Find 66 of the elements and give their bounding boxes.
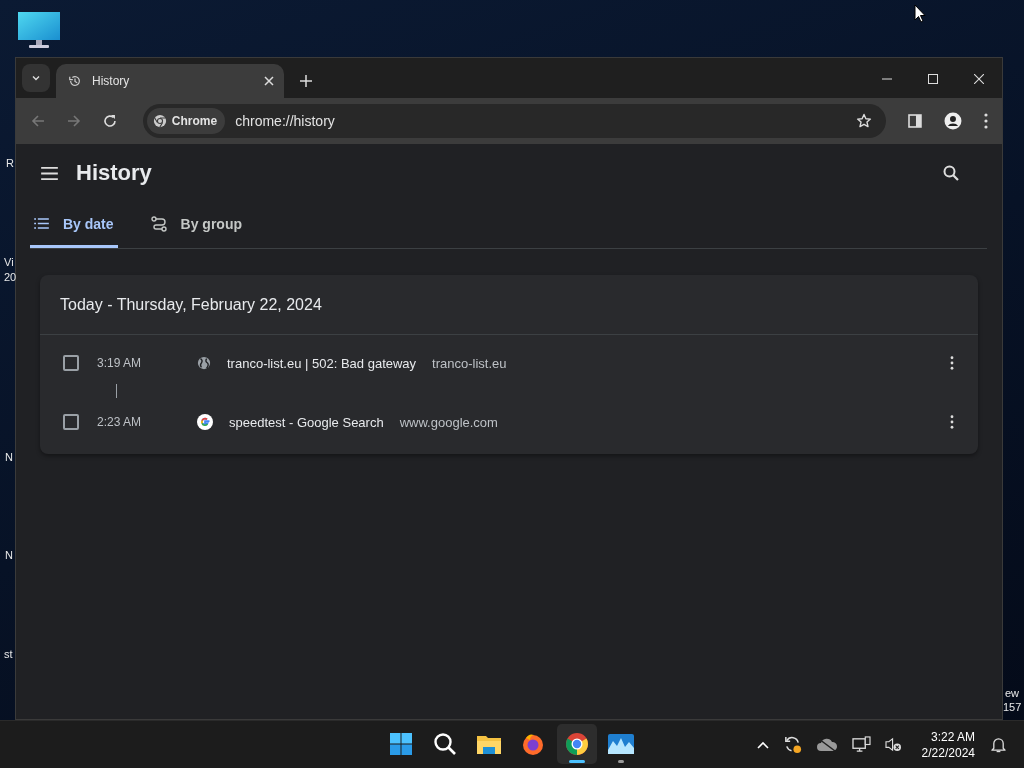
search-icon[interactable]	[943, 165, 959, 181]
chevron-up-icon[interactable]	[756, 740, 769, 749]
page-title: History	[76, 160, 152, 186]
desktop-icon-label: Vi	[4, 255, 14, 269]
cursor-icon	[914, 4, 926, 23]
checkbox[interactable]	[63, 414, 79, 430]
star-icon[interactable]	[856, 113, 873, 129]
tab-title: History	[92, 74, 131, 88]
fox-globe-icon	[521, 732, 545, 756]
desktop-icon-label: 157	[1003, 700, 1022, 714]
desktop-icon-label: ew	[1005, 686, 1020, 700]
page-link[interactable]: speedtest - Google Search	[229, 414, 384, 430]
visit-time: 2:23 AM	[97, 415, 143, 429]
globe-icon	[197, 356, 211, 370]
url-text: chrome://history	[235, 113, 335, 129]
address-bar[interactable]: Chrome chrome://history	[142, 104, 887, 138]
visit-time: 3:19 AM	[97, 356, 143, 370]
more-options-icon[interactable]	[984, 113, 989, 129]
google-logo-icon	[197, 414, 213, 430]
reload-icon[interactable]	[102, 114, 117, 128]
search-icon	[433, 732, 457, 756]
view-tab[interactable]: By date	[30, 202, 118, 248]
profile-icon[interactable]	[944, 112, 963, 130]
time-gap-line	[116, 384, 117, 398]
close-icon[interactable]	[974, 74, 984, 84]
view-tab[interactable]: By group	[147, 202, 246, 248]
close-icon[interactable]	[264, 76, 274, 86]
chevron-down-icon	[31, 73, 41, 83]
checkbox[interactable]	[63, 355, 79, 371]
desktop-icon-label: 20	[4, 270, 17, 284]
domain-text: www.google.com	[399, 414, 498, 430]
taskbar-button[interactable]	[557, 724, 597, 764]
chrome-logo-icon	[565, 732, 589, 756]
domain-text: tranco-list.eu	[432, 355, 507, 371]
more-options-icon[interactable]	[950, 356, 954, 370]
forward-arrow-icon[interactable]	[66, 114, 81, 128]
clock-time: 3:22 AM	[930, 728, 975, 745]
desktop-icon-label: R	[6, 156, 14, 170]
network-icon[interactable]	[851, 736, 871, 753]
computer-icon[interactable]	[17, 11, 61, 49]
desktop-icon-label: N	[5, 450, 13, 464]
maximize-icon[interactable]	[928, 74, 938, 84]
back-arrow-icon[interactable]	[31, 114, 45, 128]
list-icon	[34, 218, 49, 229]
chrome-logo-icon	[152, 114, 167, 128]
folder-icon	[476, 733, 502, 755]
browser-tab[interactable]: History	[56, 64, 284, 98]
desktop-icon-label: st	[4, 647, 13, 661]
desktop-icon-label: N	[5, 548, 13, 562]
site-chip[interactable]: Chrome	[146, 108, 226, 134]
cloud-offline-icon[interactable]	[815, 737, 838, 752]
bell-icon[interactable]	[991, 736, 1006, 753]
clock[interactable]: 3:22 AM 2/22/2024	[921, 728, 975, 761]
clock-date: 2/22/2024	[921, 744, 975, 761]
menu-icon[interactable]	[41, 166, 58, 180]
page-link[interactable]: tranco-list.eu | 502: Bad gateway	[227, 355, 417, 371]
date-heading: Today - Thursday, February 22, 2024	[40, 275, 978, 335]
connected-nodes-icon	[150, 215, 167, 232]
side-panel-icon[interactable]	[908, 114, 923, 128]
sync-icon[interactable]	[782, 735, 802, 754]
plus-icon[interactable]	[300, 75, 312, 87]
windows-logo-icon	[389, 732, 413, 756]
history-icon	[68, 74, 82, 88]
mountain-chart-icon	[608, 734, 634, 754]
more-options-icon[interactable]	[950, 415, 954, 429]
muted-speaker-icon[interactable]	[884, 737, 902, 752]
